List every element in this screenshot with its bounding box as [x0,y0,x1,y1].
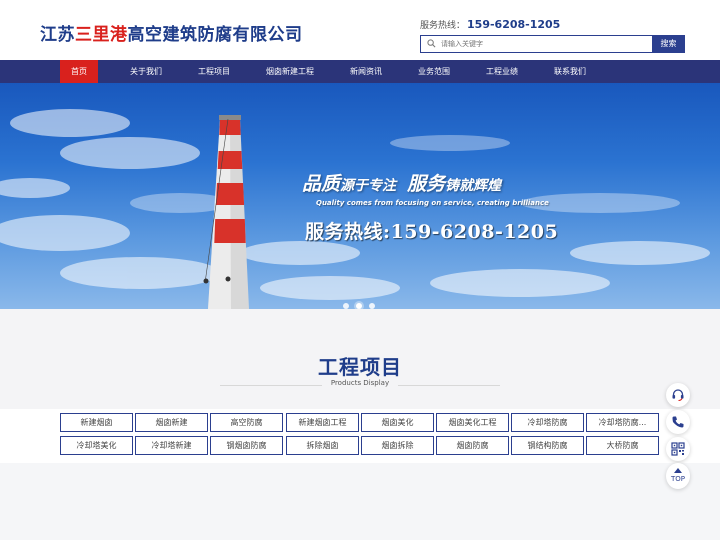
hero-banner[interactable]: 品质源于专注 服务铸就辉煌 Quality comes from focusin… [0,83,720,309]
product-tag[interactable]: 烟囱美化工程 [436,413,509,432]
banner-slogan: 品质源于专注 服务铸就辉煌 [302,169,501,196]
banner-slogan-en: Quality comes from focusing on service, … [316,199,549,207]
qrcode-button[interactable] [666,437,690,461]
site-header: 江苏三里港高空建筑防腐有限公司 服务热线：159-6208-1205 搜索 [0,0,720,60]
slogan-part-3: 服务 [407,173,446,195]
company-name-highlight: 三里港 [75,25,128,45]
search-icon [427,39,436,48]
header-hotline: 服务热线： 159-6208-1205 [420,18,560,31]
qrcode-icon [671,442,685,456]
section-title: 工程项目 [318,355,402,379]
hotline-number: 159-6208-1205 [467,18,561,31]
back-to-top-label: TOP [670,475,685,483]
product-tag[interactable]: 新建烟囱工程 [286,413,359,432]
customer-service-button[interactable] [666,383,690,407]
banner-hotline: 服务热线:159-6208-1205 [305,221,559,243]
nav-item-projects[interactable]: 工程项目 [188,60,240,83]
headset-icon [672,389,684,401]
hotline-label: 服务热线： [420,21,466,31]
back-to-top-button[interactable]: TOP [666,463,690,489]
nav-item-news[interactable]: 新闻资讯 [340,60,392,83]
search-input[interactable] [441,36,653,52]
product-tag[interactable]: 烟囱新建 [135,413,208,432]
nav-item-about[interactable]: 关于我们 [120,60,172,83]
nav-item-business-scope[interactable]: 业务范围 [408,60,460,83]
slogan-part-2: 源于专注 [340,178,397,194]
product-tag[interactable]: 烟囱美化 [361,413,434,432]
product-tag[interactable]: 钢结构防腐 [511,436,584,455]
product-tag[interactable]: 拆除烟囱 [286,436,359,455]
search-button[interactable]: 搜索 [652,35,685,53]
product-tags: 新建烟囱 烟囱新建 高空防腐 新建烟囱工程 烟囱美化 烟囱美化工程 冷却塔防腐 … [0,409,720,463]
banner-illustration [0,109,710,309]
chimney-graphic [203,115,249,309]
product-tag[interactable]: 大桥防腐 [586,436,659,455]
nav-item-contact[interactable]: 联系我们 [544,60,596,83]
product-tag[interactable]: 烟囱拆除 [361,436,434,455]
product-tag[interactable]: 钢烟囱防腐 [210,436,283,455]
product-tag[interactable]: 高空防腐 [210,413,283,432]
company-name-part2: 高空建筑防腐有限公司 [127,25,303,45]
product-tag[interactable]: 烟囱防腐 [436,436,509,455]
phone-button[interactable] [666,410,690,434]
nav-item-home[interactable]: 首页 [60,60,98,83]
phone-icon [672,416,684,428]
product-tag[interactable]: 冷却塔新建 [135,436,208,455]
company-logo[interactable]: 江苏三里港高空建筑防腐有限公司 [40,20,303,45]
search-box: 搜索 [420,35,685,53]
company-name-part1: 江苏 [40,25,75,45]
product-tag[interactable]: 冷却塔防腐... [586,413,659,432]
slogan-part-1: 品质 [302,173,341,195]
nav-item-achievements[interactable]: 工程业绩 [476,60,528,83]
carousel-dots [343,294,382,309]
main-nav: 首页 关于我们 工程项目 烟囱新建工程 新闻资讯 业务范围 工程业绩 联系我们 [0,60,720,83]
product-tag[interactable]: 冷却塔美化 [60,436,133,455]
slogan-part-4: 铸就辉煌 [445,178,502,194]
nav-item-chimney-construction[interactable]: 烟囱新建工程 [264,60,316,83]
arrow-up-icon [674,468,682,473]
product-tag[interactable]: 冷却塔防腐 [511,413,584,432]
product-tag[interactable]: 新建烟囱 [60,413,133,432]
section-subtitle: Products Display [330,379,390,387]
